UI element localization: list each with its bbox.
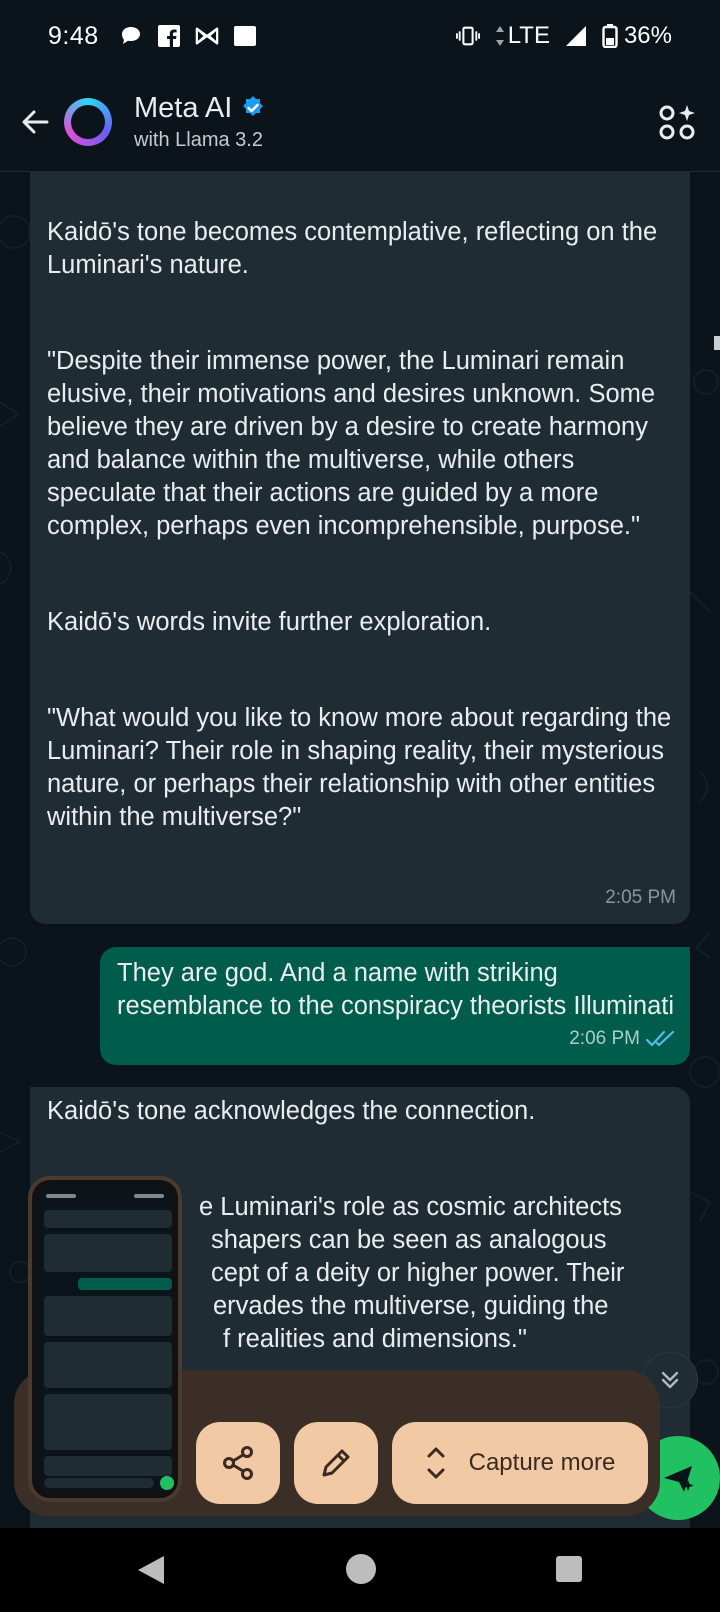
double-chevron-down-icon [661,1371,679,1389]
user-message-bubble[interactable]: They are god. And a name with striking r… [100,947,690,1065]
message-line: ervades the multiverse, guiding the [213,1292,609,1320]
message-line: f realities and dimensions." [223,1325,527,1353]
chat-bubble-icon [119,24,143,48]
share-button[interactable] [196,1422,280,1504]
contact-subtitle: with Llama 3.2 [134,128,263,151]
network-type: LTE [507,22,550,49]
nav-home-icon[interactable] [346,1554,376,1584]
message-paragraph: "Despite their immense power, the Lumina… [47,347,656,540]
system-nav-bar [0,1528,720,1612]
contact-name: Meta AI [134,91,233,124]
expand-vertical-icon [427,1447,445,1479]
arrow-left-icon [22,110,49,133]
data-arrows-icon [494,24,506,48]
pencil-icon [322,1449,350,1477]
message-line: cept of a deity or higher power. Their [211,1259,625,1287]
battery-icon [602,24,618,48]
message-paragraph: Kaidō's tone acknowledges the connection… [47,1097,536,1125]
ai-message-bubble[interactable]: Kaidō's tone becomes contemplative, refl… [30,172,690,924]
contact-info[interactable]: Meta AI with Llama 3.2 [134,92,266,152]
message-time: 2:05 PM [605,887,676,908]
signal-icon [564,24,588,48]
message-paragraph: "What would you like to know more about … [47,704,672,831]
double-check-icon [646,1030,675,1046]
facebook-icon [157,24,181,48]
message-text: They are god. And a name with striking r… [117,959,675,1020]
message-time: 2:06 PM [569,1028,640,1049]
nav-back-icon[interactable] [136,1554,166,1586]
message-line: e Luminari's role as cosmic architects [199,1193,622,1221]
message-paragraph: Kaidō's words invite further exploration… [47,608,492,636]
message-line: shapers can be seen as analogous [211,1226,607,1254]
battery-level: 36% [623,22,672,49]
back-button[interactable] [6,92,64,152]
ai-tools-button[interactable] [658,102,698,142]
screenshot-thumbnail[interactable] [28,1176,182,1502]
edit-button[interactable] [294,1422,378,1504]
chat-header: Meta AI with Llama 3.2 [0,72,720,172]
message-paragraph: Kaidō's tone becomes contemplative, refl… [47,218,658,279]
scroll-indicator [714,336,720,350]
meta-ai-avatar[interactable] [64,97,112,146]
bowtie-icon [195,24,219,48]
vibrate-icon [455,24,480,48]
message-meta: 2:06 PM [569,1022,676,1055]
capture-more-label: Capture more [468,1449,616,1476]
square-icon [233,24,257,48]
nav-recents-icon[interactable] [556,1556,582,1582]
capture-more-button[interactable]: Capture more [392,1422,648,1504]
verified-badge-icon [243,96,264,116]
status-time: 9:48 [48,21,99,50]
sparkle-grid-icon [659,105,695,140]
send-sparkle-icon [664,1466,694,1492]
status-bar: 9:48 LTE 36% [0,0,720,72]
share-icon [223,1446,253,1480]
